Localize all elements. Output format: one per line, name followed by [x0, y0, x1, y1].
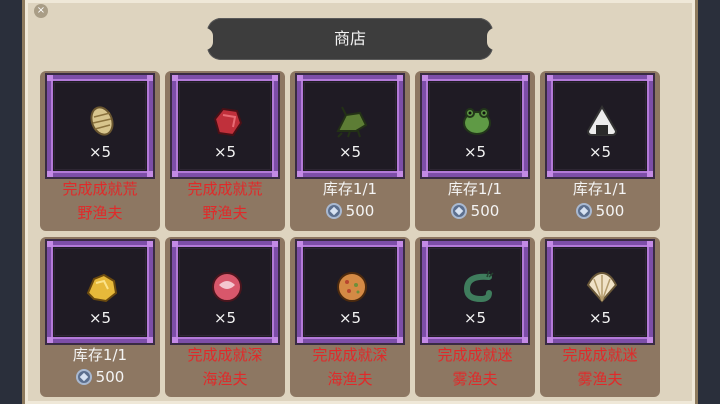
unlock-requirement: 完成成就深 海渔夫	[312, 346, 388, 388]
stock-count: 库存1/1	[447, 180, 503, 198]
shop-item-card[interactable]: ×5 库存1/1 500	[40, 237, 160, 397]
price: 500	[290, 199, 410, 223]
shop-item-card[interactable]: ×5 库存1/1 500	[415, 71, 535, 231]
price: 500	[540, 199, 660, 223]
item-quantity: ×5	[463, 309, 487, 327]
item-frame	[297, 75, 403, 177]
item-frame	[47, 241, 153, 343]
shop-title: 商店	[333, 29, 366, 48]
unlock-requirement: 完成成就迷 雾渔夫	[437, 346, 513, 388]
frog-icon	[463, 108, 491, 135]
item-frame	[422, 241, 528, 343]
rice-ball-icon	[586, 105, 618, 136]
cricket-icon	[336, 106, 368, 138]
unlock-requirement: 完成成就深 海渔夫	[187, 346, 263, 388]
shell-icon	[586, 271, 618, 303]
item-quantity: ×5	[588, 143, 612, 161]
stock-count: 库存1/1	[322, 180, 378, 198]
item-frame	[297, 241, 403, 343]
item-quantity: ×5	[213, 309, 237, 327]
item-quantity: ×5	[338, 143, 362, 161]
background-right	[698, 0, 720, 404]
item-quantity: ×5	[588, 309, 612, 327]
item-frame	[422, 75, 528, 177]
item-frame	[172, 75, 278, 177]
shop-item-card[interactable]: ×5 完成成就荒 野渔夫	[40, 71, 160, 231]
shop-item-card[interactable]: ×5 完成成就迷 雾渔夫	[415, 237, 535, 397]
stock-count: 库存1/1	[72, 346, 128, 364]
unlock-requirement: 完成成就荒 野渔夫	[62, 180, 138, 222]
unlock-requirement: 完成成就荒 野渔夫	[187, 180, 263, 222]
stock-count: 库存1/1	[572, 180, 628, 198]
price: 500	[415, 199, 535, 223]
coin-icon	[75, 369, 92, 385]
coin-icon	[325, 203, 342, 219]
shrimp-icon	[463, 270, 494, 303]
shop-item-card[interactable]: ×5 库存1/1 500	[540, 71, 660, 231]
shop-item-card[interactable]: ×5 完成成就深 海渔夫	[165, 237, 285, 397]
meat-chunk-icon	[213, 107, 243, 137]
shop-item-card[interactable]: ×5 完成成就迷 雾渔夫	[540, 237, 660, 397]
ham-slice-icon	[212, 272, 242, 302]
item-frame	[547, 241, 653, 343]
item-quantity: ×5	[338, 309, 362, 327]
coin-icon	[450, 203, 467, 219]
background-left	[0, 0, 22, 404]
item-quantity: ×5	[88, 309, 112, 327]
cookie-icon	[337, 272, 367, 302]
shop-item-card[interactable]: ×5 库存1/1 500	[290, 71, 410, 231]
gold-nugget-icon	[86, 273, 118, 303]
shop-item-card[interactable]: ×5 完成成就深 海渔夫	[290, 237, 410, 397]
item-quantity: ×5	[463, 143, 487, 161]
item-frame	[172, 241, 278, 343]
unlock-requirement: 完成成就迷 雾渔夫	[562, 346, 638, 388]
item-frame	[547, 75, 653, 177]
shop-title-bar: 商店	[205, 18, 495, 60]
close-button[interactable]: ×	[34, 4, 48, 18]
item-quantity: ×5	[88, 143, 112, 161]
pinecone-bait-icon	[90, 106, 114, 136]
item-quantity: ×5	[213, 143, 237, 161]
coin-icon	[575, 203, 592, 219]
item-frame	[47, 75, 153, 177]
shop-item-card[interactable]: ×5 完成成就荒 野渔夫	[165, 71, 285, 231]
price: 500	[40, 365, 160, 389]
